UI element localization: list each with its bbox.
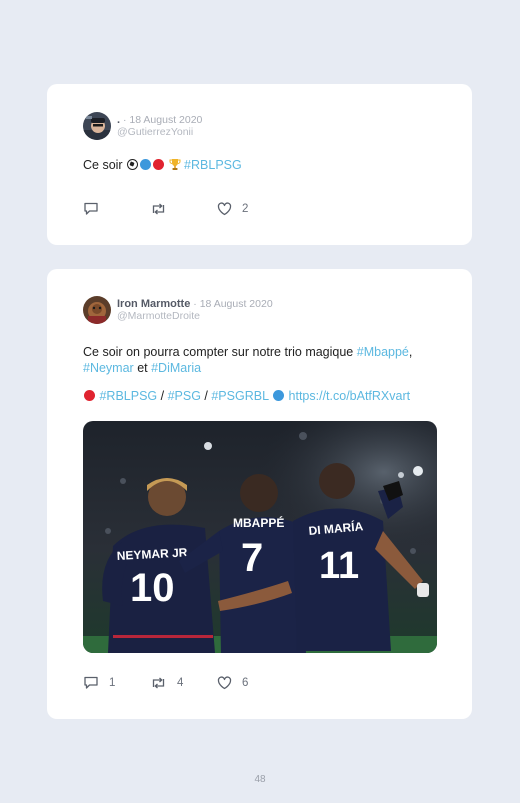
tweet-tags-line: #RBLPSG / #PSG / #PSGRBL https://t.co/bA… xyxy=(83,388,442,404)
slash-separator: / xyxy=(157,389,168,403)
avatar[interactable] xyxy=(83,296,111,324)
tweet-text: Ce soir on pourra compter sur notre trio… xyxy=(83,344,442,376)
tweet-actions: 1 4 6 xyxy=(83,675,248,690)
like-icon xyxy=(217,201,232,215)
tweet-media-image[interactable]: NEYMAR JR 10 MBAPPÉ 7 DI MARÍA 11 xyxy=(83,421,437,653)
tweet-text-prefix: Ce soir xyxy=(83,158,123,172)
hashtag-link[interactable]: #PSGRBL xyxy=(211,389,268,403)
tweet-card: Iron Marmotte · 18 August 2020 @Marmotte… xyxy=(47,269,472,719)
like-button[interactable]: 2 xyxy=(217,201,249,216)
author-handle[interactable]: @GutierrezYonii xyxy=(117,126,202,138)
hashtag-link[interactable]: #RBLPSG xyxy=(184,158,242,172)
reply-icon xyxy=(84,202,98,215)
soccer-ball-icon xyxy=(127,159,139,170)
tweet-text: Ce soir #RBLPSG xyxy=(83,157,442,173)
page-number: 48 xyxy=(254,774,266,785)
red-circle-icon xyxy=(84,390,95,401)
player-mid-number: 7 xyxy=(241,536,263,580)
tweet-card: . · 18 August 2020 @GutierrezYonii Ce so… xyxy=(47,84,472,245)
meta-separator: · xyxy=(190,298,200,310)
reply-button[interactable] xyxy=(83,201,150,216)
tweet-link[interactable]: https://t.co/bAtfRXvart xyxy=(289,389,411,403)
like-count: 2 xyxy=(242,202,249,215)
hashtag-link[interactable]: #Mbappé xyxy=(357,345,409,359)
blue-circle-icon xyxy=(140,159,152,170)
reply-count: 1 xyxy=(109,676,116,689)
retweet-button[interactable]: 4 xyxy=(150,676,217,690)
player-right-number: 11 xyxy=(319,545,359,587)
retweet-count: 4 xyxy=(177,676,184,689)
tweet-header: . · 18 August 2020 @GutierrezYonii xyxy=(83,112,202,140)
author-name[interactable]: Iron Marmotte xyxy=(117,298,190,310)
meta-separator: · xyxy=(120,114,130,126)
avatar[interactable] xyxy=(83,112,111,140)
blue-circle-icon xyxy=(273,390,285,401)
player-mid-name: MBAPPÉ xyxy=(233,515,284,530)
retweet-button[interactable] xyxy=(150,202,217,216)
like-icon xyxy=(217,675,232,689)
red-circle-icon xyxy=(153,159,165,170)
retweet-icon xyxy=(152,677,165,688)
retweet-icon xyxy=(152,203,165,214)
player-left-number: 10 xyxy=(130,566,175,610)
tweet-header: Iron Marmotte · 18 August 2020 @Marmotte… xyxy=(83,296,273,324)
reply-button[interactable]: 1 xyxy=(83,675,150,690)
trophy-icon xyxy=(169,159,181,170)
like-count: 6 xyxy=(242,676,249,689)
reply-icon xyxy=(84,676,98,689)
hashtag-link[interactable]: #RBLPSG xyxy=(99,389,157,403)
tweet-date[interactable]: 18 August 2020 xyxy=(129,114,202,126)
hashtag-link[interactable]: #PSG xyxy=(168,389,201,403)
tweet-comma: , xyxy=(408,345,413,359)
hashtag-link[interactable]: #DiMaria xyxy=(151,361,201,375)
tweet-actions: 2 xyxy=(83,201,248,216)
tweet-text-line1: Ce soir on pourra compter sur notre trio… xyxy=(83,345,357,359)
author-handle[interactable]: @MarmotteDroite xyxy=(117,310,273,322)
hashtag-link[interactable]: #Neymar xyxy=(83,361,134,375)
slash-separator: / xyxy=(200,389,212,403)
tweet-date[interactable]: 18 August 2020 xyxy=(200,298,273,310)
tweet-and-text: et xyxy=(133,361,152,375)
like-button[interactable]: 6 xyxy=(217,675,249,690)
